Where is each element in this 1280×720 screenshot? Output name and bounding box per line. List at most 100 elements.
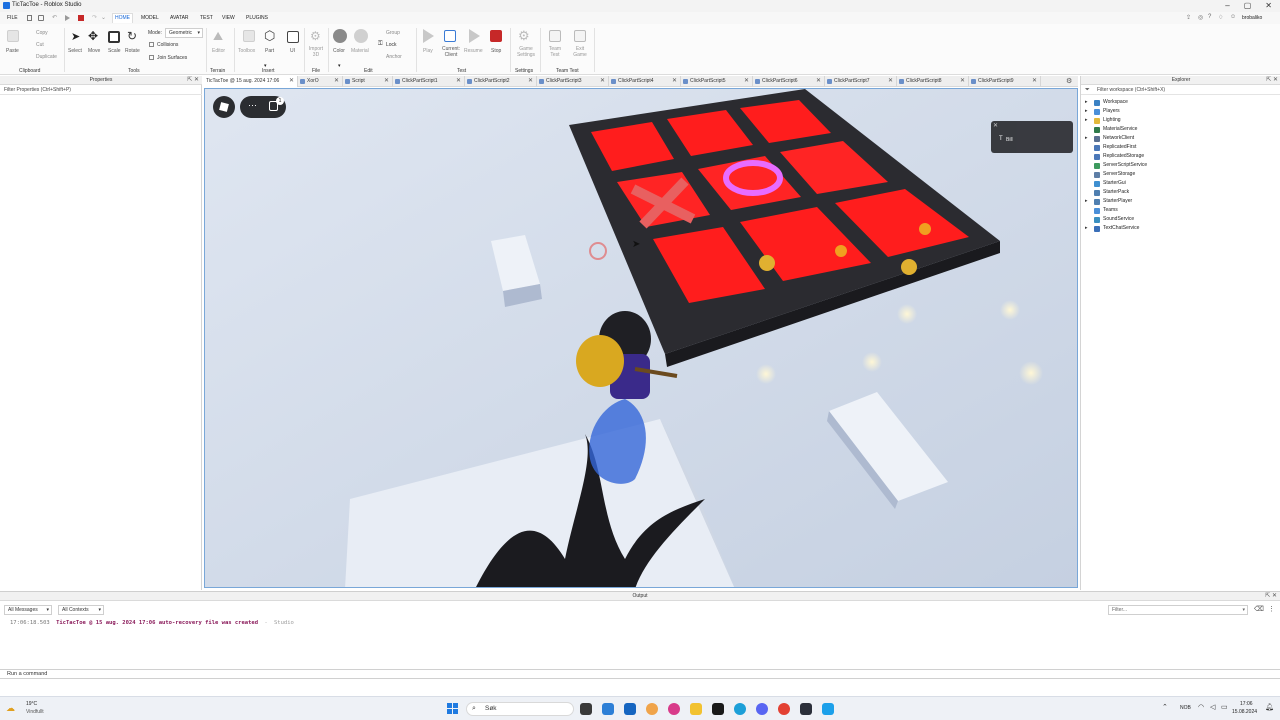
tab-close-icon[interactable]: ✕: [384, 76, 389, 86]
play-button[interactable]: Play: [423, 48, 433, 54]
tab-tictactoe[interactable]: ✕ TicTacToe @ 15 aug. 2024 17:06: [204, 76, 298, 87]
task-view-icon[interactable]: [580, 703, 592, 715]
tab-close-icon[interactable]: ✕: [334, 76, 339, 86]
anchor-button[interactable]: Anchor: [386, 54, 402, 60]
play-icon[interactable]: [423, 29, 434, 43]
file-explorer-icon[interactable]: [690, 703, 702, 715]
tab-settings-gear-icon[interactable]: ⚙: [1066, 77, 1072, 85]
close-button[interactable]: ✕: [1265, 1, 1272, 10]
group-button[interactable]: Group: [386, 30, 400, 36]
more-options-icon[interactable]: ⋯: [248, 100, 257, 111]
current-client-icon[interactable]: [444, 30, 456, 42]
menu-view[interactable]: VIEW: [222, 15, 235, 21]
notification-bell-icon[interactable]: 🔔︎: [1265, 703, 1274, 711]
expand-arrow-icon[interactable]: ▸: [1085, 116, 1088, 125]
weather-temp[interactable]: 19°C: [26, 701, 37, 707]
color-icon[interactable]: [333, 29, 347, 43]
lock-button[interactable]: Lock: [386, 42, 397, 48]
duplicate-button[interactable]: Duplicate: [36, 54, 57, 60]
app-icon[interactable]: [646, 703, 658, 715]
mode-dropdown[interactable]: Geometric ▾: [165, 28, 203, 38]
select-button[interactable]: Select: [68, 48, 82, 54]
material-button[interactable]: Material: [351, 48, 369, 54]
weather-desc[interactable]: Vindfullt: [26, 709, 44, 715]
resume-button[interactable]: Resume: [464, 48, 483, 54]
expand-arrow-icon[interactable]: ▸: [1085, 224, 1088, 233]
more-icon[interactable]: ⌄: [101, 14, 106, 21]
notifications-icon[interactable]: ♢: [1218, 14, 1223, 21]
tab-xoro[interactable]: XorO ✕: [298, 76, 343, 87]
terrain-editor-button[interactable]: Editor: [212, 48, 225, 54]
edge-icon[interactable]: [734, 703, 746, 715]
gear-icon[interactable]: ⚙: [518, 28, 530, 44]
join-surfaces-checkbox[interactable]: [149, 55, 154, 60]
tab-clickpartscript1[interactable]: ClickPartScript1 ✕: [393, 76, 465, 87]
message-filter-dropdown[interactable]: All Messages ▾: [4, 605, 52, 615]
material-icon[interactable]: [354, 29, 368, 43]
wifi-icon[interactable]: ◠: [1198, 703, 1204, 711]
menu-plugins[interactable]: PLUGINS: [246, 15, 268, 21]
import-3d-icon[interactable]: ⚙: [310, 29, 321, 43]
ui-icon[interactable]: [287, 31, 299, 43]
rotate-button[interactable]: Rotate: [125, 48, 140, 54]
weather-icon[interactable]: ☁: [6, 703, 15, 714]
cut-button[interactable]: Cut: [36, 42, 44, 48]
app-icon[interactable]: [668, 703, 680, 715]
tab-clickpartscript6[interactable]: ClickPartScript6 ✕: [753, 76, 825, 87]
collisions-checkbox[interactable]: [149, 42, 154, 47]
menu-model[interactable]: MODEL: [141, 15, 159, 21]
tab-clickpartscript9[interactable]: ClickPartScript9 ✕: [969, 76, 1041, 87]
taskbar-search-box[interactable]: ⌕ Søk: [466, 702, 574, 716]
output-filter-input[interactable]: Filter... ▾: [1108, 605, 1248, 615]
toolbox-icon[interactable]: [243, 30, 255, 42]
rotate-icon[interactable]: ↻: [127, 29, 137, 43]
tab-close-icon[interactable]: ✕: [528, 76, 533, 86]
widgets-icon[interactable]: [602, 703, 614, 715]
properties-filter-input[interactable]: Filter Properties (Ctrl+Shift+P): [0, 86, 202, 95]
team-test-icon[interactable]: [549, 30, 561, 42]
panel-close-icon[interactable]: ⇱ ✕: [1265, 592, 1277, 600]
explorer-filter-input[interactable]: Filter workspace (Ctrl+Shift+X): [1081, 86, 1280, 95]
move-icon[interactable]: ✥: [88, 29, 98, 43]
tab-close-icon[interactable]: ✕: [672, 76, 677, 86]
tab-script[interactable]: Script ✕: [343, 76, 393, 87]
battery-icon[interactable]: ▭: [1221, 703, 1228, 711]
windows-start-icon[interactable]: [447, 703, 459, 715]
ui-button[interactable]: UI: [290, 48, 295, 54]
account-icon[interactable]: ☺: [1230, 14, 1236, 20]
menu-avatar[interactable]: AVATAR: [170, 15, 189, 21]
exit-game-button[interactable]: Exit Game: [570, 46, 590, 58]
team-create-icon[interactable]: ◎: [1198, 14, 1203, 21]
tab-close-icon[interactable]: ✕: [289, 76, 294, 86]
tab-close-icon[interactable]: ✕: [816, 76, 821, 86]
team-test-button[interactable]: Team Test: [545, 46, 565, 58]
topbar-menu-pill[interactable]: ⋯ 1: [240, 96, 286, 118]
game-settings-button[interactable]: Game Settings: [514, 46, 538, 58]
play-icon[interactable]: [65, 15, 70, 21]
outlook-icon[interactable]: [624, 703, 636, 715]
clock-time[interactable]: 17:06: [1240, 701, 1253, 707]
username[interactable]: brobaliko: [1242, 15, 1262, 21]
part-button[interactable]: Part: [265, 48, 274, 54]
expand-arrow-icon[interactable]: ▸: [1085, 197, 1088, 206]
player-name[interactable]: Bill: [1006, 137, 1013, 143]
tab-close-icon[interactable]: ✕: [888, 76, 893, 86]
app-icon[interactable]: [712, 703, 724, 715]
menu-home[interactable]: HOME: [112, 13, 133, 23]
import-3d-button[interactable]: Import 3D: [306, 46, 326, 58]
terrain-editor-icon[interactable]: ⛰: [213, 29, 223, 44]
select-icon[interactable]: ➤: [71, 30, 80, 43]
undo-icon[interactable]: ↶: [52, 14, 57, 21]
current-client-button[interactable]: Current: Client: [438, 46, 464, 58]
tab-clickpartscript3[interactable]: ClickPartScript3 ✕: [537, 76, 609, 87]
menu-file[interactable]: FILE: [7, 15, 18, 21]
share-icon[interactable]: ⇪: [1186, 14, 1191, 21]
expand-arrow-icon[interactable]: ▸: [1085, 134, 1088, 143]
resume-icon[interactable]: [469, 29, 480, 43]
tab-clickpartscript2[interactable]: ClickPartScript2 ✕: [465, 76, 537, 87]
expand-arrow-icon[interactable]: ▸: [1085, 98, 1088, 107]
tab-close-icon[interactable]: ✕: [744, 76, 749, 86]
tab-clickpartscript7[interactable]: ClickPartScript7 ✕: [825, 76, 897, 87]
color-chevron-down-icon[interactable]: ▾: [338, 63, 341, 69]
game-viewport[interactable]: ⋯ 1 ✕ T Bill ➤: [204, 88, 1078, 588]
